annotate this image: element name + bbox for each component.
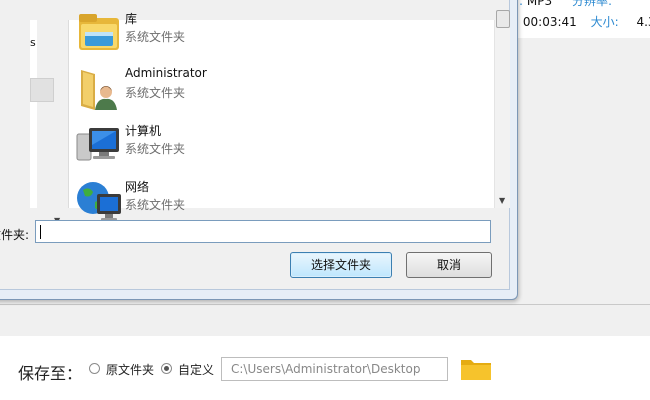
- folder-name: 网络: [125, 180, 150, 194]
- divider: [0, 304, 650, 305]
- radio-custom[interactable]: [161, 363, 172, 374]
- media-info-panel: : MP3 分辨率: : 00:03:41 大小: 4.3: [515, 0, 650, 38]
- computer-icon: [76, 128, 119, 161]
- folder-type: 系统文件夹: [125, 86, 186, 100]
- text-caret: [40, 225, 41, 239]
- cancel-button[interactable]: 取消: [406, 252, 492, 278]
- radio-original-folder-label[interactable]: 原文件夹: [106, 361, 154, 378]
- folder-type: 系统文件夹: [125, 30, 186, 44]
- nav-item-selected[interactable]: [30, 78, 54, 102]
- folder-input[interactable]: [35, 220, 491, 243]
- duration-value: 00:03:41: [522, 15, 577, 29]
- folder-list[interactable]: 库 系统文件夹 Administrator 系统文件夹 计算机 系统文件夹 网络…: [68, 12, 495, 221]
- save-to-label: 保存至：: [18, 364, 83, 383]
- size-label: 大小:: [590, 15, 619, 29]
- folder-type: 系统文件夹: [125, 142, 186, 156]
- folder-list-scrollbar[interactable]: ▼: [494, 10, 510, 208]
- radio-custom-label[interactable]: 自定义: [178, 361, 214, 378]
- user-folder-icon: [81, 70, 117, 110]
- scroll-down-arrow[interactable]: ▼: [499, 196, 505, 205]
- size-value: 4.3: [636, 15, 650, 29]
- library-icon: [79, 14, 119, 50]
- folder-item-network[interactable]: 网络 系统文件夹: [75, 174, 375, 226]
- folder-item-administrator[interactable]: Administrator 系统文件夹: [75, 62, 375, 114]
- folder-item-computer[interactable]: 计算机 系统文件夹: [75, 118, 375, 170]
- folder-type: 系统文件夹: [125, 198, 186, 212]
- folder-item-library[interactable]: 库 系统文件夹: [75, 6, 375, 58]
- scrollbar-thumb[interactable]: [496, 10, 510, 28]
- select-folder-button[interactable]: 选择文件夹: [290, 252, 392, 278]
- network-icon: [77, 182, 121, 221]
- folder-name: 库: [125, 12, 138, 26]
- format-suffix: 分辨率:: [571, 0, 612, 8]
- folder-name: 计算机: [125, 124, 162, 138]
- folder-field-label: 文件夹:: [0, 228, 30, 242]
- folder-name: Administrator: [125, 66, 207, 80]
- format-value: MP3: [526, 0, 553, 8]
- nav-item-label: s: [30, 36, 36, 49]
- radio-original-folder[interactable]: [89, 363, 100, 374]
- navigation-pane[interactable]: s ▼: [30, 20, 60, 225]
- save-path-input[interactable]: C:\Users\Administrator\Desktop: [221, 357, 448, 381]
- folder-icon[interactable]: [460, 357, 492, 381]
